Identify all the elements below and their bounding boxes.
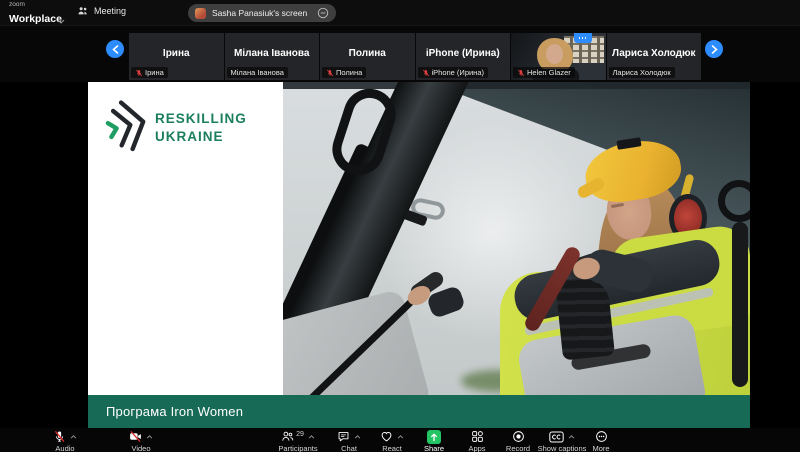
photo-roof-edge — [283, 82, 750, 89]
logo-chevrons-icon — [103, 96, 149, 156]
participant-tile-larysa[interactable]: Лариса Холодюк Лариса Холодюк — [607, 33, 702, 80]
video-button[interactable]: Video — [109, 430, 173, 452]
logo-line2: UKRAINE — [155, 128, 247, 146]
chat-icon — [337, 430, 350, 443]
shared-screen-title: Sasha Panasiuk's screen — [212, 8, 307, 18]
reskilling-ukraine-logo: RESKILLING UKRAINE — [103, 96, 247, 156]
filmstrip-next-button[interactable] — [705, 40, 723, 58]
participant-tile-milana[interactable]: Мілана Іванова Мілана Іванова — [225, 33, 320, 80]
shared-screen-stage: RESKILLING UKRAINE — [0, 82, 800, 428]
participant-label: iPhone (Ирина) — [418, 67, 489, 78]
photo-right-frame-bar — [732, 222, 748, 387]
chevron-up-icon — [308, 435, 315, 439]
meeting-people-icon — [77, 5, 89, 17]
more-ellipsis-icon — [595, 430, 608, 443]
mic-muted-icon — [135, 69, 143, 77]
top-bar: zoom Workplace Meeting Sasha Panasiuk's … — [0, 0, 800, 26]
presentation-slide: RESKILLING UKRAINE — [88, 82, 750, 428]
slide-footer-bar: Програма Iron Women — [88, 395, 750, 428]
zoom-meeting-window: zoom Workplace Meeting Sasha Panasiuk's … — [0, 0, 800, 452]
audio-button[interactable]: Audio — [33, 430, 97, 452]
record-icon — [512, 430, 525, 443]
cc-icon — [549, 431, 564, 443]
logo-line1: RESKILLING — [155, 110, 247, 128]
meeting-toolbar: Audio Video 29 Participants Chat — [0, 428, 800, 452]
brand-workplace-label: Workplace — [9, 13, 62, 25]
more-button[interactable]: More — [569, 430, 633, 452]
logo-wordmark: RESKILLING UKRAINE — [155, 110, 247, 156]
tile-more-button[interactable] — [574, 33, 592, 43]
slide-photo — [283, 82, 750, 395]
mic-muted-icon — [53, 430, 66, 443]
apps-icon — [471, 430, 484, 443]
participant-tile-helen-video[interactable]: Helen Glazer — [511, 33, 606, 80]
participants-filmstrip: Ірина Ірина Мілана Іванова Мілана Іванов… — [0, 26, 800, 82]
participant-tile-polina[interactable]: Полина Полина — [320, 33, 415, 80]
participant-tile-iphone[interactable]: iPhone (Ирина) iPhone (Ирина) — [416, 33, 511, 80]
video-person-face — [546, 44, 563, 64]
participants-icon — [281, 430, 294, 443]
chevron-up-icon — [146, 435, 153, 439]
camera-muted-icon — [129, 430, 142, 443]
mic-muted-icon — [422, 69, 430, 77]
brand-zoom-label: zoom — [9, 2, 62, 9]
slide-logo-panel: RESKILLING UKRAINE — [88, 82, 283, 395]
participant-tile-irina[interactable]: Ірина Ірина — [129, 33, 224, 80]
presenter-avatar — [195, 8, 206, 19]
heart-icon — [380, 430, 393, 443]
mic-muted-icon — [326, 69, 334, 77]
participant-label: Ірина — [131, 67, 168, 78]
participants-count-badge: 29 — [296, 431, 304, 438]
participant-label: Мілана Іванова — [227, 67, 288, 78]
meeting-tab-label: Meeting — [94, 6, 126, 16]
participant-label: Полина — [322, 67, 366, 78]
filmstrip-prev-button[interactable] — [106, 40, 124, 58]
participant-label: Helen Glazer — [513, 67, 575, 78]
tab-meeting[interactable]: Meeting — [77, 5, 126, 17]
participant-label: Лариса Холодюк — [609, 67, 675, 78]
chevron-up-icon — [70, 435, 77, 439]
shared-screen-pill[interactable]: Sasha Panasiuk's screen — [188, 4, 336, 22]
mic-muted-icon — [517, 69, 525, 77]
slide-title: Програма Iron Women — [106, 404, 243, 419]
share-screen-icon — [427, 430, 441, 444]
zoom-workplace-menu[interactable]: zoom Workplace — [9, 2, 62, 26]
stop-incoming-video-icon[interactable] — [317, 7, 329, 19]
